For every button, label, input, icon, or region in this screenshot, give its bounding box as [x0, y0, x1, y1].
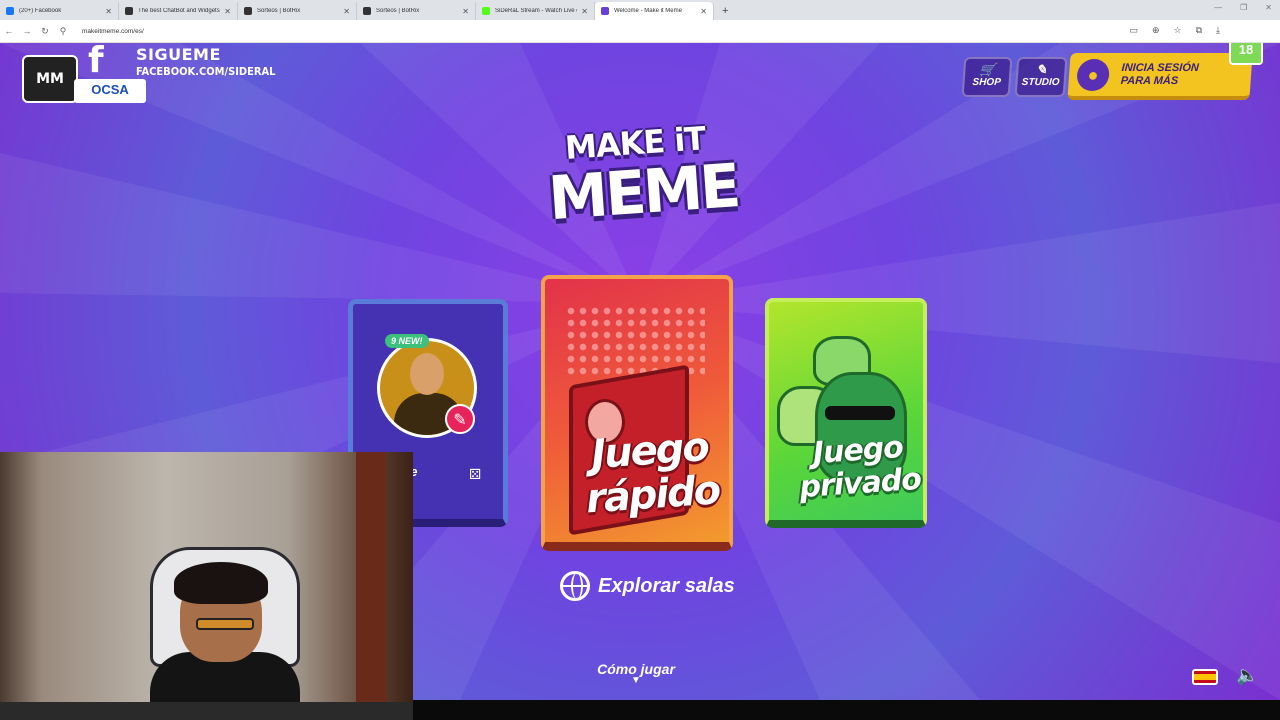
forward-icon[interactable]: →	[18, 26, 36, 36]
browser-tools: ▭ ⊕ ☆ ⧉ ⤓	[1129, 25, 1220, 36]
login-line-1: INICIA SESIÓN	[1121, 61, 1200, 74]
maximize-icon[interactable]: ❐	[1240, 3, 1247, 12]
spain-flag-icon[interactable]	[1192, 669, 1218, 685]
dice-icon[interactable]: ⚄	[469, 466, 481, 483]
chevron-down-icon: ▼	[631, 675, 641, 686]
shop-label: SHOP	[972, 77, 1002, 88]
globe-icon	[560, 571, 590, 601]
close-icon[interactable]: ✕	[343, 7, 350, 16]
tab-title: SiDeRaL Stream - Watch Live o	[495, 8, 578, 14]
extensions-icon[interactable]: ⧉	[1196, 25, 1202, 36]
back-icon[interactable]: ←	[0, 26, 18, 36]
quick-game-title: Juego rápido	[568, 424, 729, 523]
close-icon[interactable]: ✕	[462, 7, 469, 16]
tab-title: Sorteos | BotRix	[257, 8, 301, 14]
address-bar: ← → ↻ ⚲ makeitmeme.com/es/ ▭ ⊕ ☆ ⧉ ⤓	[0, 20, 1280, 43]
github-favicon-icon	[244, 7, 252, 15]
kick-favicon-icon	[482, 7, 490, 15]
game-logo: MAKE iT MEME	[544, 119, 741, 251]
quick-game-line-2: rápido	[584, 467, 721, 523]
tab-botrix-2[interactable]: Sorteos | BotRix ✕	[357, 2, 476, 20]
desk-edge	[0, 702, 413, 720]
tab-title: The best ChatBot and Widgets	[138, 8, 220, 14]
makeitmeme-favicon-icon	[601, 7, 609, 15]
meme-figure-face	[410, 353, 444, 395]
studio-button[interactable]: ✎ STUDIO	[1014, 57, 1068, 97]
github-favicon-icon	[125, 7, 133, 15]
tab-kick-stream[interactable]: SiDeRaL Stream - Watch Live o ✕	[476, 2, 595, 20]
background-door	[356, 452, 386, 720]
close-icon[interactable]: ✕	[224, 7, 231, 16]
speaker-icon[interactable]: 🔈	[1236, 665, 1258, 686]
facebook-icon: f	[88, 43, 104, 81]
close-window-icon[interactable]: ✕	[1265, 3, 1272, 12]
studio-label: STUDIO	[1021, 77, 1060, 88]
cast-icon[interactable]: ▭	[1129, 25, 1138, 36]
site-info-icon[interactable]: ⚲	[54, 26, 72, 37]
window-controls: — ❐ ✕	[1214, 3, 1272, 12]
webcam-overlay	[0, 452, 413, 720]
close-icon[interactable]: ✕	[105, 7, 112, 16]
streamer-avatar: MM	[22, 55, 78, 103]
sunglasses-illustration	[825, 406, 895, 420]
shop-button[interactable]: 🛒 SHOP	[961, 57, 1013, 97]
tab-bar: (20+) Facebook ✕ The best ChatBot and Wid…	[0, 0, 1280, 20]
new-badge: 9 NEW!	[385, 334, 429, 348]
tab-chatbot[interactable]: The best ChatBot and Widgets ✕	[119, 2, 238, 20]
user-icon: ●	[1076, 58, 1111, 91]
tab-make-it-meme[interactable]: Welcome - Make it Meme ✕	[595, 2, 714, 20]
follow-text: SIGUEME	[136, 45, 221, 64]
zoom-icon[interactable]: ⊕	[1152, 25, 1160, 36]
close-icon[interactable]: ✕	[581, 7, 588, 16]
close-icon[interactable]: ✕	[700, 7, 707, 16]
tab-title: Sorteos | BotRix	[376, 8, 420, 14]
streamer-glasses	[196, 618, 254, 630]
download-icon[interactable]: ⤓	[1216, 25, 1220, 36]
login-text: INICIA SESIÓN PARA MÁS	[1120, 62, 1199, 88]
quick-game-card[interactable]: Juego rápido	[541, 275, 733, 551]
bookmark-star-icon[interactable]: ☆	[1174, 25, 1182, 36]
minimize-icon[interactable]: —	[1214, 3, 1222, 12]
edit-pen-icon: ✎	[445, 404, 475, 434]
new-tab-button[interactable]: +	[714, 2, 736, 20]
private-game-card[interactable]: Juego privado	[765, 298, 927, 528]
url-field[interactable]: makeitmeme.com/es/	[82, 28, 144, 35]
brush-icon: ✎	[1035, 62, 1048, 77]
logo-line-2: MEME	[546, 151, 741, 235]
streamer-hair	[174, 562, 268, 604]
how-to-play-button[interactable]: Cómo jugar ▼	[596, 661, 676, 686]
private-game-line-2: privado	[798, 461, 922, 506]
reload-icon[interactable]: ↻	[36, 26, 54, 37]
explore-rooms-label: Explorar salas	[598, 574, 735, 597]
tab-title: (20+) Facebook	[19, 8, 62, 14]
explore-rooms-button[interactable]: Explorar salas	[560, 571, 735, 601]
facebook-url-text: FACEBOOK.COM/SIDERAL	[136, 65, 276, 78]
age-rating-badge: 18	[1229, 43, 1263, 65]
tab-title: Welcome - Make it Meme	[614, 8, 682, 14]
facebook-favicon-icon	[6, 7, 14, 15]
private-game-title: Juego privado	[787, 429, 923, 506]
stream-overlay-promo: MM f SIGUEME FACEBOOK.COM/SIDERAL OCSA	[14, 43, 276, 113]
tab-facebook[interactable]: (20+) Facebook ✕	[0, 2, 119, 20]
login-line-2: PARA MÁS	[1120, 74, 1179, 87]
cart-icon: 🛒	[978, 62, 997, 77]
tab-botrix-1[interactable]: Sorteos | BotRix ✕	[238, 2, 357, 20]
login-button[interactable]: ● INICIA SESIÓN PARA MÁS	[1067, 53, 1253, 100]
sponsor-logo: OCSA	[74, 79, 146, 103]
github-favicon-icon	[363, 7, 371, 15]
